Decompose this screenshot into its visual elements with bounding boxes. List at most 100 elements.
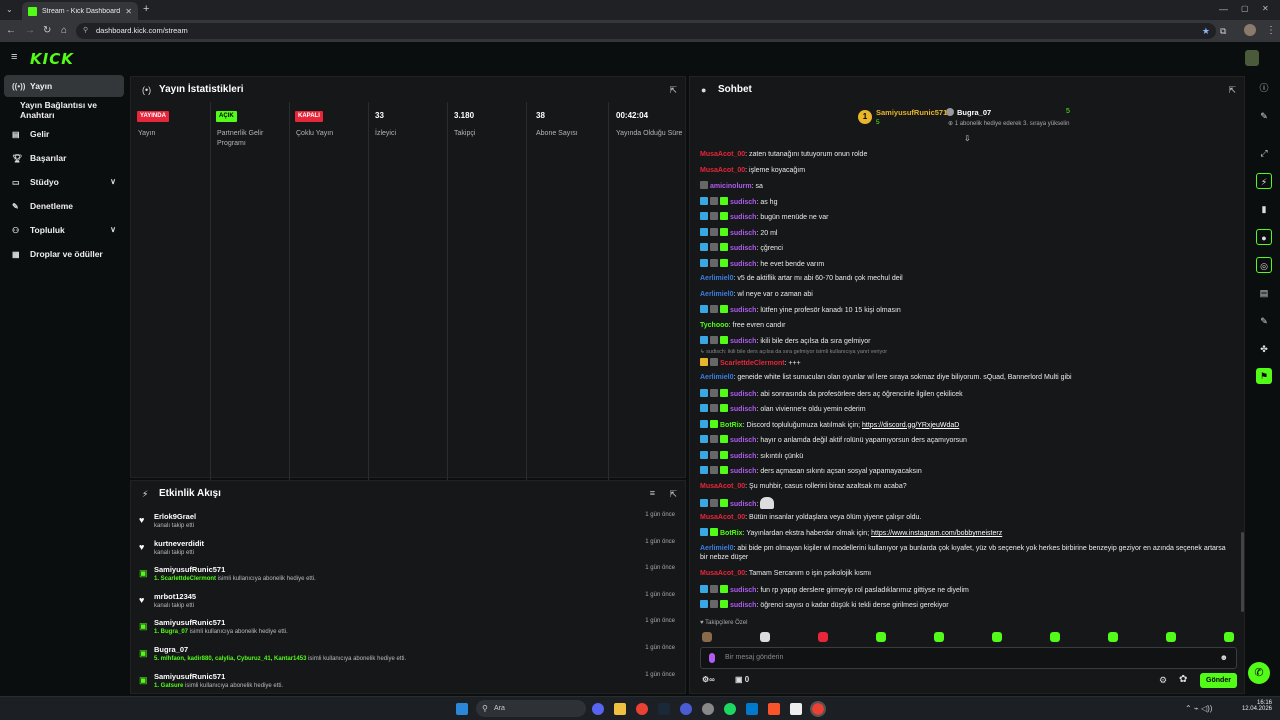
points-count[interactable]: ▣ 0 [735,675,749,684]
chat-username[interactable]: sudisch [730,261,756,268]
emote-icon[interactable] [1224,632,1234,642]
file-explorer-icon[interactable] [614,703,626,715]
emote-icon[interactable] [760,632,770,642]
chat-username[interactable]: Aerlimiel0 [700,275,733,282]
chat-username[interactable]: sudisch [730,245,756,252]
chat-username[interactable]: sudisch [730,391,756,398]
sidebar-item-droplar[interactable]: ▦ Droplar ve ödüller [4,243,124,265]
emote-icon[interactable] [1108,632,1118,642]
chat-username[interactable]: amicinolurm [710,183,752,190]
lightning-panel-icon[interactable]: ⚡︎ [1256,173,1272,189]
tray-icons[interactable]: ⌃ ⌁ ◁)) [1185,704,1212,713]
taskbar-clock[interactable]: 16:16 12.04.2026 [1240,700,1272,712]
chat-panel-icon[interactable]: ● [1256,229,1272,245]
chat-username[interactable]: Aerlimiel0 [700,291,733,298]
chat-username[interactable]: sudisch [730,501,756,508]
maximize-icon[interactable]: ▢ [1241,4,1249,13]
chat-username[interactable]: MusaAcot_00 [700,514,745,521]
leader-second-name[interactable]: Bugra_07 [957,108,991,117]
chat-username[interactable]: sudisch [730,468,756,475]
chat-scrollbar[interactable] [1241,532,1244,612]
profile-avatar[interactable] [1244,24,1256,36]
emote-icon[interactable] [1166,632,1176,642]
discord-icon[interactable] [592,703,604,715]
tab-search-icon[interactable]: ⌄ [6,5,13,14]
home-icon[interactable]: ⌂ [61,25,67,37]
chat-link[interactable]: https://discord.gg/YRxjeuWdaD [862,422,959,429]
leader-first-name[interactable]: SamiyusufRunic571 [876,108,947,117]
activity-username[interactable]: Bugra_07 [154,645,188,654]
chat-username[interactable]: sudisch [730,437,756,444]
expand-icon[interactable]: ⤢ [1256,145,1272,161]
site-info-icon[interactable]: ⚲ [83,23,88,39]
chat-username[interactable]: sudisch [730,307,756,314]
chat-username[interactable]: BotRix [720,422,743,429]
start-icon[interactable] [456,703,468,715]
activity-username[interactable]: SamiyusufRunic571 [154,618,225,627]
chat-username[interactable]: Aerlimiel0 [700,374,733,381]
activity-username[interactable]: Erlok9Grael [154,512,196,521]
app-icon[interactable] [680,703,692,715]
forward-icon[interactable]: → [25,25,35,37]
chat-username[interactable]: MusaAcot_00 [700,167,745,174]
tab-close-icon[interactable]: ✕ [125,7,132,16]
chat-username[interactable]: ScarlettdeClermont [720,360,785,367]
popout-icon[interactable]: ⇱ [1228,85,1236,96]
chrome-active-icon[interactable] [810,701,826,717]
popout-icon[interactable]: ⇱ [669,85,677,96]
chat-link[interactable]: https://www.instagram.com/bobbymeisterz [871,530,1002,537]
chat-username[interactable]: sudisch [730,214,756,221]
new-tab-icon[interactable]: + [143,3,149,15]
back-icon[interactable]: ← [6,25,16,37]
edit-icon[interactable]: ✎ [1256,108,1272,124]
emote-icon[interactable] [818,632,828,642]
chrome-icon[interactable] [636,703,648,715]
activity-username[interactable]: mrbot12345 [154,592,196,601]
chat-username[interactable]: sudisch [730,453,756,460]
layout-icon[interactable]: ▤ [1256,285,1272,301]
emote-icon[interactable] [934,632,944,642]
user-avatar[interactable] [1245,50,1259,66]
scroll-down-icon[interactable]: ⇩ [964,134,971,143]
chat-fab-icon[interactable]: ✆ [1248,662,1270,684]
sidebar-item-yayin[interactable]: ((•)) Yayın [4,75,124,97]
chat-username[interactable]: sudisch [730,587,756,594]
popout-icon[interactable]: ⇱ [669,489,677,500]
sidebar-item-denetleme[interactable]: ✎ Denetleme [4,195,124,217]
sidebar-item-studyo[interactable]: ▭ Stüdyo ∨ [4,171,124,193]
close-window-icon[interactable]: ✕ [1262,4,1269,13]
chat-username[interactable]: sudisch [730,230,756,237]
github-icon[interactable] [702,703,714,715]
chat-username[interactable]: MusaAcot_00 [700,570,745,577]
kick-green-icon[interactable]: ⚑ [1256,368,1272,384]
reload-icon[interactable]: ↻ [43,25,51,37]
vscode-icon[interactable] [746,703,758,715]
sidebar-item-gelir[interactable]: ▤ Gelir [4,123,124,145]
activity-username[interactable]: SamiyusufRunic571 [154,565,225,574]
emoji-icon[interactable]: ☻ [1220,653,1228,662]
chat-username[interactable]: sudisch [730,199,756,206]
minimize-icon[interactable]: — [1219,4,1228,14]
notion-icon[interactable] [790,703,802,715]
tools-icon[interactable]: ✎ [1256,313,1272,329]
spotify-icon[interactable] [724,703,736,715]
stats-panel-icon[interactable]: ▮ [1256,201,1272,217]
url-input[interactable]: ⚲ dashboard.kick.com/stream ★ [76,23,1216,39]
hamburger-menu-icon[interactable]: ≡ [11,51,17,63]
emote-icon[interactable] [702,632,712,642]
chat-message-input[interactable]: Bir mesaj gönderin ☻ [700,647,1237,669]
chat-username[interactable]: Aerlimiel0 [700,545,733,552]
activity-username[interactable]: SamiyusufRunic571 [154,672,225,681]
emote-icon[interactable] [1050,632,1060,642]
activity-username[interactable]: kurtneverdidit [154,539,204,548]
taskbar-search-input[interactable]: ⚲ Ara [476,700,586,717]
chat-username[interactable]: Tychooo [700,322,729,329]
info-icon[interactable]: ⓘ [1256,80,1272,96]
bookmark-star-icon[interactable]: ★ [1202,23,1210,39]
chat-username[interactable]: MusaAcot_00 [700,483,745,490]
sidebar-item-basarilar[interactable]: 🏆︎ Başarılar [4,147,124,169]
microphone-icon[interactable] [709,653,715,663]
extensions-icon[interactable]: ⧉ [1220,25,1226,37]
chat-username[interactable]: sudisch [730,406,756,413]
filter-icon[interactable]: ≡ [650,488,655,498]
